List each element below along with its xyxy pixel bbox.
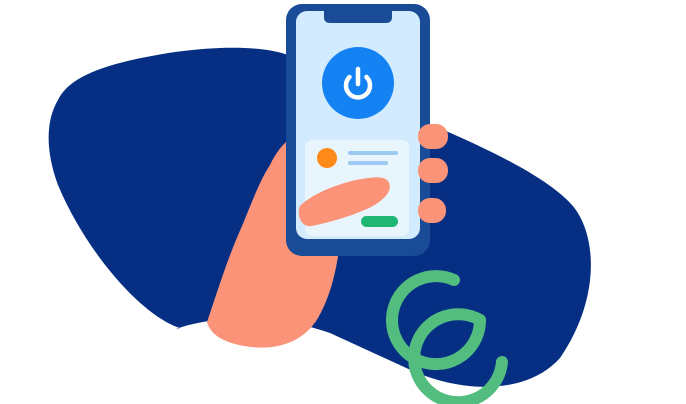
power-button[interactable] [322,47,394,119]
finger-2 [418,158,448,183]
card-text-line-2 [348,161,388,165]
illustration [0,0,686,404]
phone-notch [324,11,392,23]
confirm-pill[interactable] [361,216,398,227]
card-text-line-1 [348,151,398,155]
finger-1 [418,124,448,149]
finger-3 [418,198,446,223]
avatar-dot [317,148,337,168]
illustration-svg [48,4,591,404]
fingers [418,124,448,223]
